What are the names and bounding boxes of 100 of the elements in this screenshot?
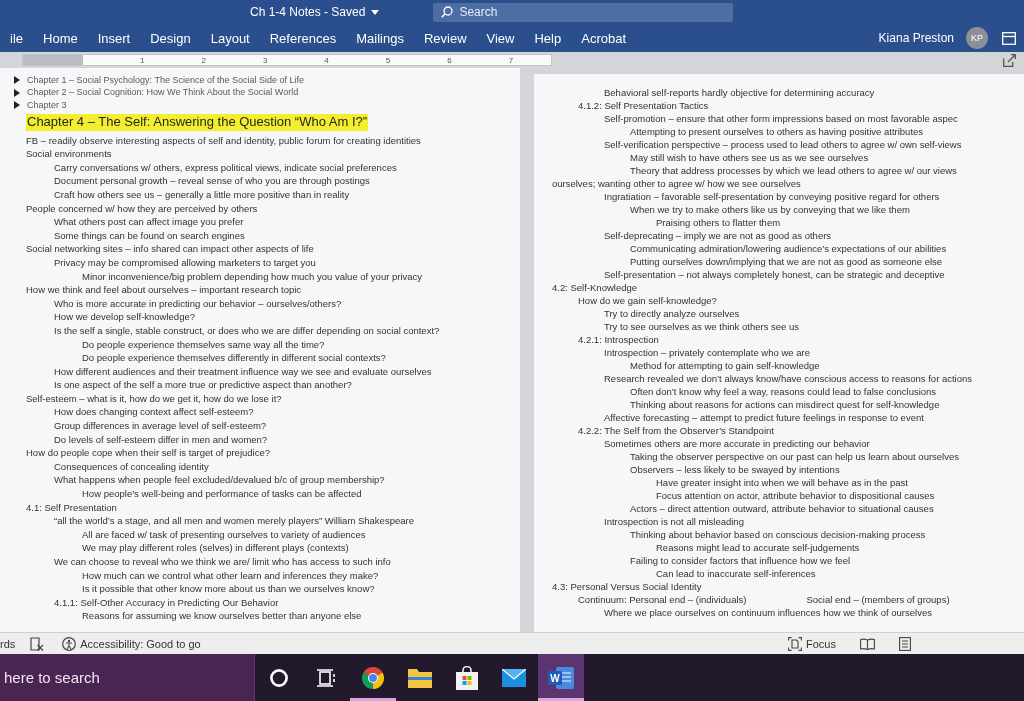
note-line: Minor inconvenience/big problem depending how much you value of your privacy — [82, 270, 423, 282]
chapter-heading: Chapter 1 – Social Psychology: The Science of the Social Side of Life — [26, 74, 305, 86]
note-line: Social end – (members of groups) — [806, 593, 950, 606]
ribbon-tab[interactable]: Help — [524, 26, 572, 50]
note-line: May still wish to have others see us as we see ourselves — [630, 151, 869, 164]
ribbon-tab[interactable]: Mailings — [346, 26, 414, 50]
note-line: Can lead to inaccurate self-inferences — [656, 567, 816, 580]
ribbon-tab[interactable]: Insert — [87, 26, 141, 50]
note-line: Who is more accurate in predicting our behavior – ourselves/others? — [54, 297, 342, 310]
note-line: 4.2: Self-Knowledge — [552, 281, 638, 294]
note-line: What happens when people feel excluded/devalued b/c of group membership? — [54, 474, 385, 486]
note-line: What others post can affect image you prefer — [54, 216, 244, 228]
note-line: How we think and feel about ourselves – important research topic — [26, 284, 302, 296]
note-line: People concerned w/ how they are perceived by others — [26, 202, 258, 214]
note-line: Do people experience themselves differently in different social contexts? — [82, 352, 386, 364]
task-view-icon — [316, 668, 336, 687]
caret-icon[interactable] — [371, 9, 380, 15]
note-line: 4.2.1: Introspection — [578, 333, 659, 346]
search-icon — [441, 6, 454, 18]
panel-icon[interactable] — [1002, 31, 1016, 45]
note-line: Self-promotion – ensure that other form impressions based on most favorable aspec — [604, 112, 958, 125]
note-line: Where we place ourselves on continuum influences how we think of ourselves — [604, 606, 932, 619]
chapter-heading: Chapter 2 – Social Cognition: How We Think About the Social World — [26, 87, 300, 99]
ruler-number: 1 — [140, 55, 145, 65]
note-line: Reasons might lead to accurate self-judgements — [656, 541, 860, 554]
note-line: “all the world’s a stage, and all men and women merely players” William Shakespeare — [54, 515, 414, 527]
ribbon-tab[interactable]: Acrobat — [571, 26, 637, 50]
note-line: Affective forecasting – attempt to predict future feelings in response to event — [604, 411, 924, 424]
note-line: Self-presentation – not always completely honest, can be strategic and deceptive — [604, 268, 945, 281]
shopping-bag-icon — [456, 665, 478, 690]
note-line: 4.2.2: The Self from the Observer’s Standpoint — [578, 424, 774, 437]
note-line: Document personal growth – reveal sense of who you are through postings — [54, 175, 370, 187]
note-line: Craft how others see us – generally a little more positive than in reality — [54, 188, 350, 201]
note-line: Thinking about behavior based on conscious decision-making process — [630, 528, 926, 541]
note-line: Group differences in average level of self-esteem? — [54, 420, 267, 432]
note-line: Reasons for assuming we know ourselves better than anyone else — [82, 610, 362, 622]
note-line: How different audiences and their treatment influence way we see and evaluate ourselves — [54, 365, 432, 378]
note-line: Focus attention on actor, attribute behavior to dispositional causes — [656, 489, 935, 502]
ruler-number: 6 — [447, 55, 452, 65]
note-line: Try to see ourselves as we think others see us — [604, 320, 799, 333]
note-line: When we try to make others like us by conveying that we like them — [630, 203, 910, 216]
user-name[interactable]: Kiana Preston — [874, 29, 958, 47]
note-line: Sometimes others are more accurate in predicting our behavior — [604, 437, 870, 450]
note-line: How do we gain self-knowledge? — [578, 294, 717, 307]
note-line: Putting ourselves down/implying that we are not as good as someone else — [630, 255, 943, 268]
triangle-icon[interactable] — [14, 76, 20, 85]
note-line: How we develop self-knowledge? — [54, 311, 195, 323]
note-line: Privacy may be compromised allowing marketers to target you — [54, 256, 316, 269]
note-line: Attempting to present ourselves to others as having positive attributes — [630, 125, 924, 138]
ribbon-tab[interactable]: Design — [140, 26, 201, 50]
ribbon-tab[interactable]: Home — [33, 26, 88, 50]
note-line: Continuum: Personal end – (individuals) — [578, 593, 747, 606]
note-line: Introspection is not all misleading — [604, 515, 744, 528]
ribbon-tab[interactable]: Layout — [200, 26, 260, 50]
note-line: Some things can be found on search engines — [54, 229, 245, 242]
note-line: How much can we control what other learn and inferences they make? — [82, 569, 379, 581]
note-line: We may play different roles (selves) in different plays (contexts) — [82, 542, 349, 554]
chapter-heading: Chapter 3 — [26, 99, 68, 111]
color-wheel-icon — [361, 665, 385, 690]
taskbar-app-button[interactable]: W — [538, 654, 584, 701]
note-line: How does changing context affect self-esteem? — [54, 406, 254, 418]
note-line: Method for attempting to gain self-knowledge — [630, 359, 820, 372]
read-mode-icon[interactable] — [857, 636, 878, 651]
search-field[interactable]: Search — [433, 2, 734, 22]
folder-icon — [408, 667, 432, 688]
note-line: All are faced w/ task of presenting ourselves to variety of audiences — [82, 528, 366, 541]
focus-button[interactable]: Focus — [785, 635, 839, 652]
note-line: Failing to consider factors that influence how we feel — [630, 554, 851, 567]
note-line: How do people cope when their self is target of prejudice? — [26, 447, 270, 459]
ruler-number: 3 — [262, 55, 268, 65]
note-line: Self-deprecating – imply we are not as good as others — [604, 229, 832, 242]
accessibility-icon — [62, 636, 77, 651]
envelope-icon — [502, 668, 526, 687]
chapter-heading: Chapter 4 – The Self: Answering the Question “Who Am I?” — [26, 114, 369, 131]
triangle-icon[interactable] — [14, 88, 20, 97]
ribbon-tab[interactable]: Review — [413, 26, 477, 50]
ribbon-tab[interactable]: View — [476, 26, 525, 50]
accessibility-button[interactable]: Accessibility: Good to go — [59, 635, 204, 652]
note-line: 4.1: Self Presentation — [26, 501, 117, 513]
word-count: rds — [0, 637, 16, 650]
focus-icon — [788, 636, 803, 651]
note-line: Self-verification perspective – process used to lead others to agree w/ own self-views — [604, 138, 962, 151]
print-layout-icon[interactable] — [896, 635, 914, 652]
note-line: Is it possible that other know more about us than we ourselves know? — [82, 583, 375, 595]
note-line: Praising others to flatter them — [656, 216, 781, 229]
document-title: Ch 1-4 Notes - Saved — [250, 5, 366, 19]
ribbon-tab[interactable]: ile — [0, 26, 33, 50]
note-line: Taking the observer perspective on our past can help us learn about ourselves — [630, 450, 959, 463]
note-line: How people’s well-being and performance of tasks can be affected — [82, 488, 362, 500]
note-line: Actors – direct attention outward, attribute behavior to situational causes — [630, 502, 934, 515]
note-line: Self-esteem – what is it, how do we get it, how do we lose it? — [26, 392, 282, 405]
share-icon[interactable] — [1003, 53, 1016, 67]
note-line: Carry conversations w/ others, express political views, indicate social preferences — [54, 161, 397, 174]
ribbon-tab[interactable]: References — [259, 26, 347, 50]
note-line: 4.1.1: Self-Other Accuracy in Predicting Our Behavior — [54, 596, 279, 609]
note-line: 4.1.2: Self Presentation Tactics — [578, 99, 709, 112]
taskbar-search-field[interactable]: here to search — [0, 654, 255, 701]
triangle-icon[interactable] — [14, 101, 20, 110]
note-line: Research revealed we don’t always know/have conscious access to reasons for actions — [604, 372, 973, 385]
note-line: Ingratiation – favorable self-presentation by conveying positive regard for others — [604, 190, 940, 203]
